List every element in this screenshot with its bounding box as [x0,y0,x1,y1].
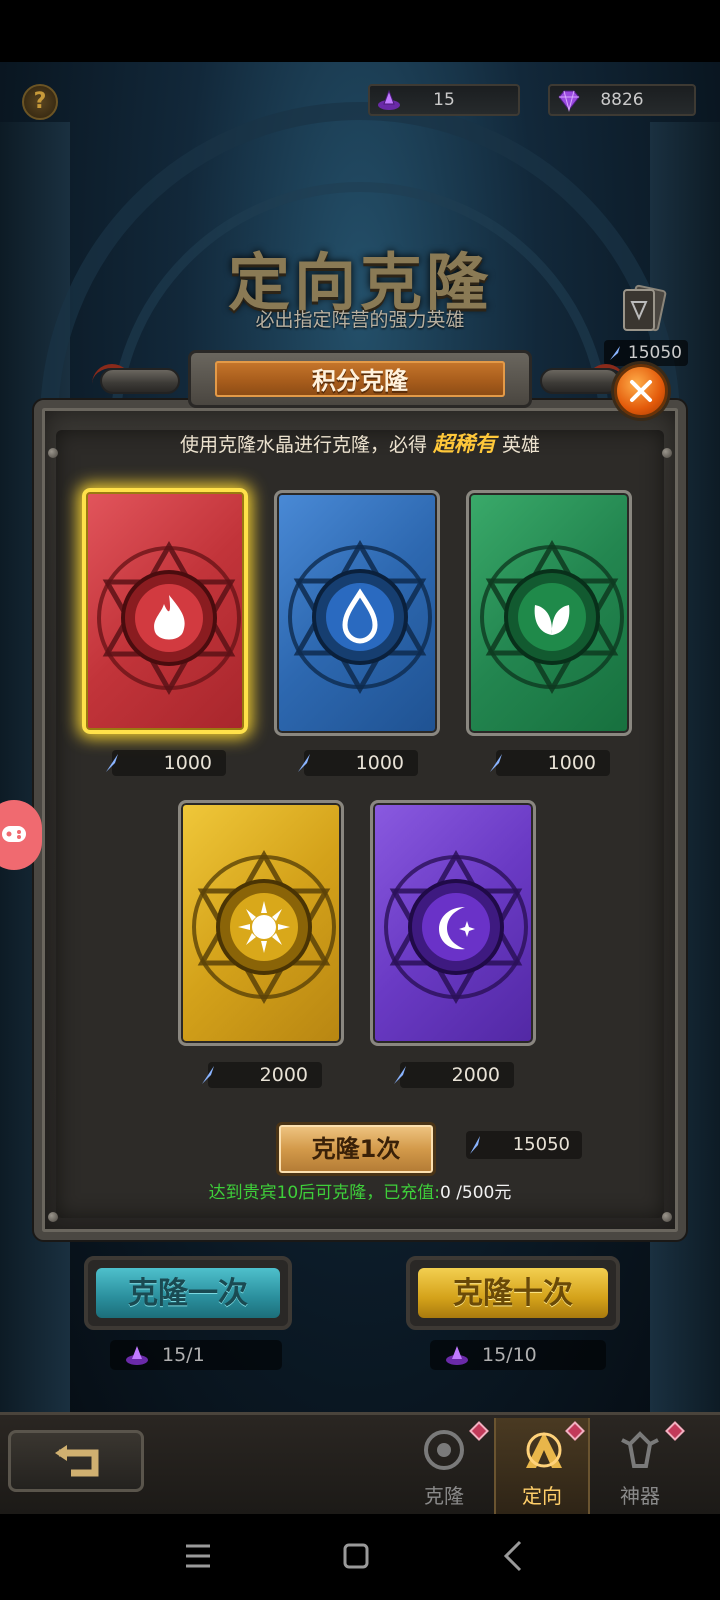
clone-one-time-button[interactable]: 克隆一次 [84,1256,292,1330]
quill-icon [470,1136,480,1154]
faction-card-light[interactable] [178,800,344,1046]
close-icon [630,380,652,402]
cards-count: 15050 [604,340,688,366]
dialog-description: 使用克隆水晶进行克隆，必得 超稀有 英雄 [179,432,541,456]
tab-clone[interactable]: 克隆 [396,1418,492,1514]
card-cost-light: 2000 [202,1062,322,1088]
purple-crystal-icon [446,1346,468,1365]
help-icon[interactable]: ? [22,84,58,120]
clone-once-count: 15/1 [110,1340,282,1370]
faction-card-dark[interactable] [370,800,536,1046]
crystal-count: 15 [433,90,455,110]
floating-game-button[interactable] [0,800,42,870]
quill-icon [610,346,620,360]
home-icon[interactable] [326,1526,386,1586]
back-button[interactable] [8,1430,144,1492]
artifact-icon [621,1431,659,1468]
card-deck-icon[interactable] [612,282,674,338]
tab-direction[interactable]: 定向 [494,1418,590,1514]
gamepad-icon [2,826,26,842]
vip-requirement-note: 达到贵宾10后可克隆，已充值:0 /500元 [208,1183,512,1203]
dialog-title: 积分克隆 [312,367,408,395]
direction-icon [526,1432,562,1468]
card-cost-nature: 1000 [490,750,610,776]
clone-ten-count: 15/10 [430,1340,606,1370]
menu-icon[interactable] [168,1526,228,1586]
gem-count: 8826 [600,90,644,110]
dialog-banner: 积分克隆 [188,350,532,408]
clone-once-button[interactable]: 克隆1次 [276,1122,436,1176]
gem-resource: 8826 [548,84,696,116]
purple-crystal-icon [126,1346,148,1365]
close-button[interactable] [614,364,668,418]
crystal-resource: 15 [368,84,520,116]
card-cost-dark: 2000 [394,1062,514,1088]
card-cost-water: 1000 [298,750,418,776]
card-cost-fire: 1000 [106,750,226,776]
faction-card-nature[interactable] [466,490,632,736]
faction-card-fire[interactable] [82,488,248,734]
back-arrow-icon [55,1445,99,1477]
status-bar [0,0,720,62]
clone-ten-times-button[interactable]: 克隆十次 [406,1256,620,1330]
back-icon[interactable] [484,1526,544,1586]
tab-artifact[interactable]: 神器 [592,1418,688,1514]
clone-icon [424,1430,464,1470]
clone-cost: 15050 [466,1131,582,1159]
faction-card-water[interactable] [274,490,440,736]
